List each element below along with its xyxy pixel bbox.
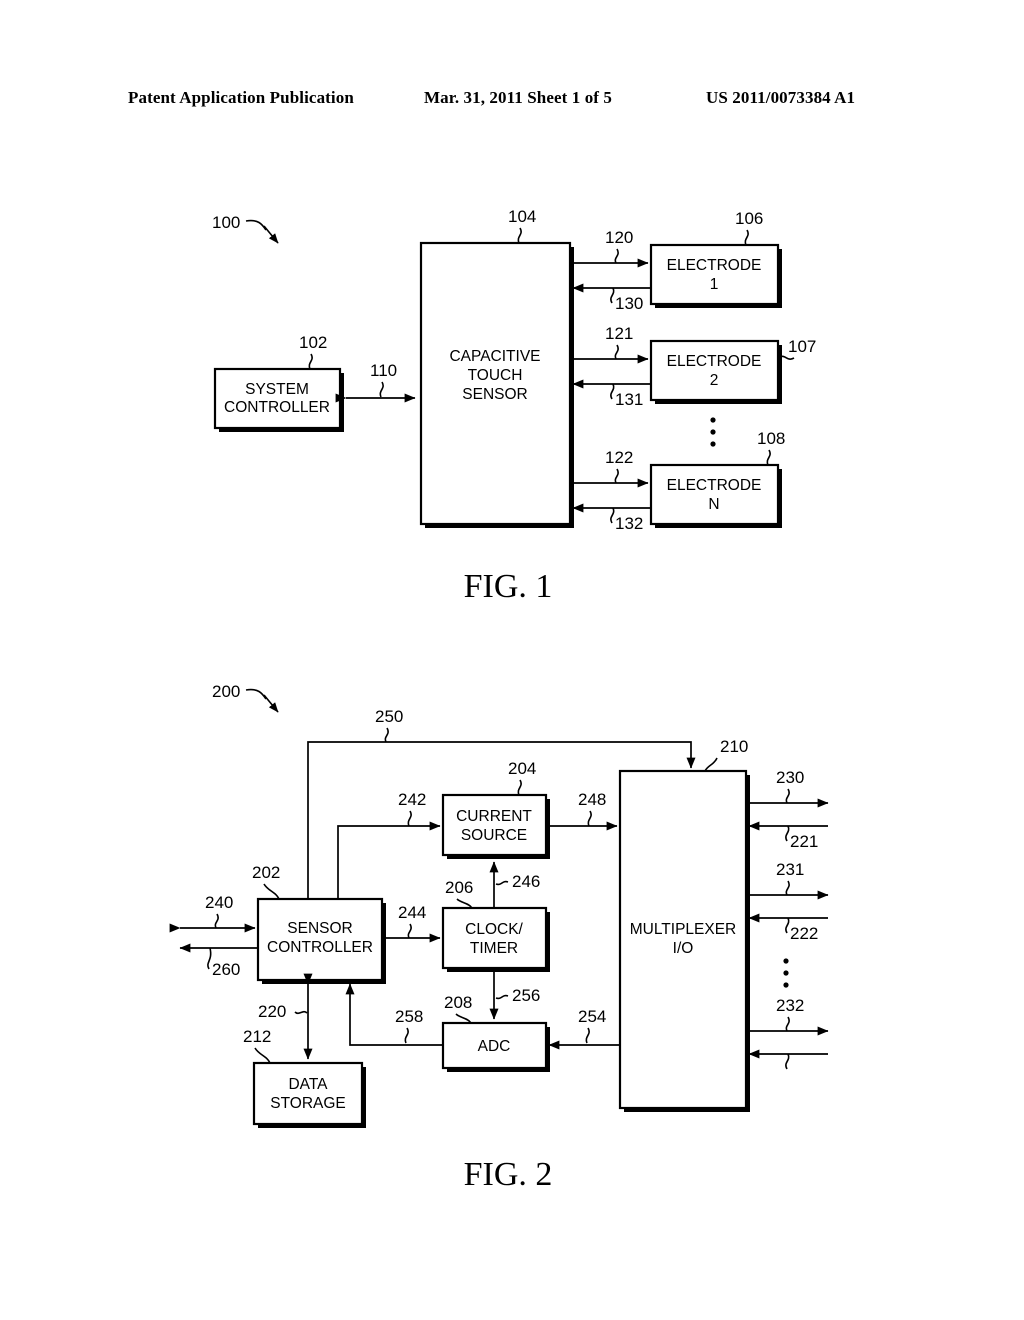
fig2-block-208-label-0: ADC: [478, 1038, 511, 1055]
fig2-caption: FIG. 2: [464, 1156, 553, 1193]
fig1-block-104-label-2: SENSOR: [462, 386, 527, 403]
fig1-block-106: [649, 243, 780, 306]
fig2-ref-206: 206: [445, 878, 473, 897]
fig2-block-206: [441, 906, 548, 970]
fig2-ref-208: 208: [444, 993, 472, 1012]
figures-canvas: 100 SYSTEM CONTROLLER 102 CAPACITIVE TOU…: [169, 207, 829, 1193]
fig1-block-108: [649, 463, 780, 526]
fig2-ref-256: 258: [395, 1007, 423, 1026]
fig1-block-104-label-1: TOUCH: [468, 367, 523, 384]
fig2-block-204-label-1: SOURCE: [461, 827, 527, 844]
fig1-block-107-label-1: 2: [710, 372, 719, 389]
patent-sheet: Patent Application Publication Mar. 31, …: [0, 0, 1024, 1320]
fig1-ref-132: 132: [615, 514, 643, 533]
fig2-ref-244: 244: [398, 903, 426, 922]
fig2-system-ref: 200: [212, 682, 240, 701]
fig1-system-ref: 100: [212, 213, 240, 232]
fig2-ref-248: 248: [578, 790, 606, 809]
fig1-caption: FIG. 1: [464, 568, 553, 605]
fig2-ref-252: 254: [578, 1007, 606, 1026]
fig1-ref-104: 104: [508, 207, 536, 226]
fig2-block-202-label-0: SENSOR: [287, 920, 352, 937]
fig2-block-212: [252, 1061, 364, 1126]
fig1-block-104-label-0: CAPACITIVE: [449, 348, 540, 365]
fig2-ref-204: 204: [508, 759, 536, 778]
fig1-ref-130: 130: [615, 294, 643, 313]
fig1-ref-131: 131: [615, 390, 643, 409]
fig2-ref-260: 260: [212, 960, 240, 979]
fig1-block-106-label-1: 1: [710, 276, 719, 293]
fig1-ref-110: 110: [370, 361, 397, 380]
fig1-block-102-label-0: SYSTEM: [245, 381, 309, 398]
fig2-block-206-label-1: TIMER: [470, 940, 518, 957]
fig2-ref-210: 210: [720, 737, 748, 756]
figure-1: 100 SYSTEM CONTROLLER 102 CAPACITIVE TOU…: [212, 207, 816, 605]
fig1-block-107: [649, 339, 780, 402]
fig1-block-108-label-1: N: [708, 496, 719, 513]
fig1-block-108-label-0: ELECTRODE: [667, 477, 762, 494]
fig2-ref-242: 242: [398, 790, 426, 809]
fig2-block-206-label-0: CLOCK/: [465, 921, 523, 938]
fig2-ref-222: 232: [776, 996, 804, 1015]
fig1-ref-107: 107: [788, 337, 816, 356]
fig2-ref-246: 246: [512, 872, 540, 891]
fig2-ref-221: 231: [776, 860, 804, 879]
fig1-ref-106: 106: [735, 209, 763, 228]
fig2-ref-212: 212: [243, 1027, 271, 1046]
fig2-block-210-label-0: MULTIPLEXER: [630, 921, 737, 938]
fig1-ref-102: 102: [299, 333, 327, 352]
fig1-block-102-label-1: CONTROLLER: [224, 399, 330, 416]
fig1-ref-120: 120: [605, 228, 633, 247]
fig2-ref-230: 221: [790, 832, 818, 851]
fig2-ref-240: 240: [205, 893, 233, 912]
fig2-ellipsis: [783, 958, 789, 988]
fig2-block-212-label-1: STORAGE: [270, 1095, 346, 1112]
fig2-block-204-label-0: CURRENT: [456, 808, 532, 825]
fig2-ref-254: 256: [512, 986, 540, 1005]
fig2-ref-202: 202: [252, 863, 280, 882]
fig1-ellipsis: [710, 417, 716, 447]
fig1-ref-122: 122: [605, 448, 633, 467]
figure-2: 200 250 SENSOR CONTROLLER 202 240 260 24…: [169, 682, 829, 1193]
fig1-block-107-label-0: ELECTRODE: [667, 353, 762, 370]
fig2-block-204: [441, 793, 548, 857]
fig1-block-106-label-0: ELECTRODE: [667, 257, 762, 274]
fig2-ref-258: 220: [258, 1002, 286, 1021]
fig2-block-212-label-0: DATA: [288, 1076, 328, 1093]
fig2-signal-242-line: [337, 821, 441, 899]
fig2-ref-250: 250: [375, 707, 403, 726]
fig2-block-210-label-1: I/O: [673, 940, 694, 957]
fig1-ref-121: 121: [605, 324, 633, 343]
fig2-block-202-label-1: CONTROLLER: [267, 939, 373, 956]
fig2-ref-220: 230: [776, 768, 804, 787]
fig1-ref-108: 108: [757, 429, 785, 448]
fig2-ref-231: 222: [790, 924, 818, 943]
